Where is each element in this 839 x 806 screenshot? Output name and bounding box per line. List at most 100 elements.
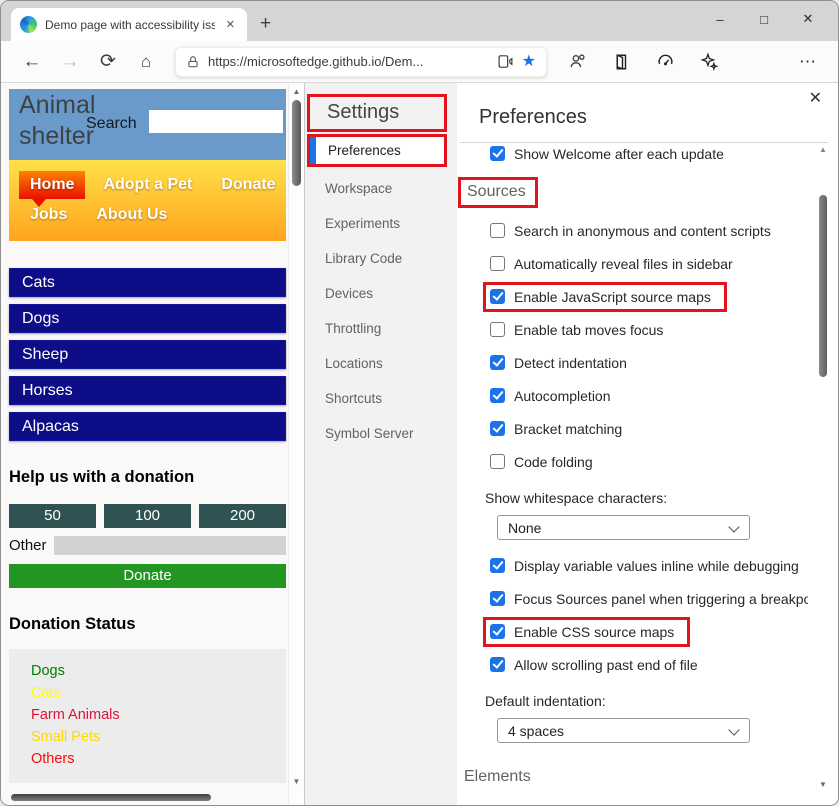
pref-allow-scrolling: Allow scrolling past end of file	[457, 648, 808, 681]
pref-autocompletion: Autocompletion	[457, 379, 808, 412]
checkbox[interactable]	[490, 256, 505, 271]
checkbox[interactable]	[490, 388, 505, 403]
edge-logo-icon	[20, 16, 37, 33]
status-item: Small Pets	[31, 726, 286, 748]
section-sources: Sources	[457, 170, 808, 214]
minimize-button[interactable]: –	[698, 5, 742, 33]
maximize-button[interactable]: □	[742, 5, 786, 33]
donate-button[interactable]: Donate	[9, 564, 286, 588]
checkbox[interactable]	[490, 454, 505, 469]
tab-bar: Demo page with accessibility issu ✕ + – …	[1, 1, 838, 41]
pref-label: Search in anonymous and content scripts	[514, 223, 771, 239]
performance-icon[interactable]	[643, 52, 687, 71]
pref-auto-reveal: Automatically reveal files in sidebar	[457, 247, 808, 280]
main-nav: Home Adopt a Pet Donate Jobs About Us	[9, 160, 286, 241]
donation-heading: Help us with a donation	[9, 468, 286, 487]
close-button[interactable]: ✕	[786, 5, 830, 33]
page-horizontal-scrollbar[interactable]	[11, 794, 211, 801]
pref-js-source-maps: Enable JavaScript source maps	[457, 280, 808, 313]
checkbox[interactable]	[490, 289, 505, 304]
more-menu-button[interactable]: ⋯	[790, 52, 826, 72]
pref-label: Show Welcome after each update	[514, 146, 724, 162]
scroll-down-icon[interactable]: ▼	[289, 777, 304, 786]
profile-icon[interactable]	[555, 52, 599, 71]
sidebar-item-locations[interactable]: Locations	[305, 346, 457, 381]
scroll-down-icon[interactable]: ▼	[816, 780, 830, 789]
pref-focus-sources-panel: Focus Sources panel when triggering a br…	[457, 582, 808, 615]
search-input[interactable]	[149, 110, 283, 133]
sidebar-item-library-code[interactable]: Library Code	[305, 241, 457, 276]
donation-amounts: 50 100 200	[9, 504, 286, 528]
checkbox[interactable]	[490, 223, 505, 238]
amount-button-50[interactable]: 50	[9, 504, 96, 528]
other-amount-input[interactable]	[54, 536, 286, 555]
animal-list: Cats Dogs Sheep Horses Alpacas	[9, 268, 286, 441]
forward-button: →	[51, 52, 89, 71]
sidebar-item-shortcuts[interactable]: Shortcuts	[305, 381, 457, 416]
nav-item-home[interactable]: Home	[19, 171, 85, 199]
sidebar-item-experiments[interactable]: Experiments	[305, 206, 457, 241]
amount-button-200[interactable]: 200	[199, 504, 286, 528]
url-text[interactable]: https://microsoftedge.github.io/Dem...	[208, 54, 489, 69]
section-label: Elements	[464, 768, 531, 786]
pref-display-variable-values: Display variable values inline while deb…	[457, 549, 808, 582]
annotation-box-sources: Sources	[458, 177, 538, 208]
scroll-up-icon[interactable]: ▲	[289, 87, 304, 96]
checkbox[interactable]	[490, 421, 505, 436]
checkbox[interactable]	[490, 355, 505, 370]
devtools-close-icon[interactable]: ✕	[809, 91, 822, 107]
pref-label: Allow scrolling past end of file	[514, 657, 698, 673]
address-bar[interactable]: https://microsoftedge.github.io/Dem... ★	[175, 47, 547, 77]
annotation-box-css-source-maps: Enable CSS source maps	[483, 617, 690, 647]
devtools-panel: Settings Preferences Workspace Experimen…	[304, 83, 838, 805]
browser-tab[interactable]: Demo page with accessibility issu ✕	[11, 8, 247, 41]
animal-button-dogs[interactable]: Dogs	[9, 304, 286, 333]
checkbox[interactable]	[490, 146, 505, 161]
animal-button-alpacas[interactable]: Alpacas	[9, 412, 286, 441]
pref-label: Enable tab moves focus	[514, 322, 663, 338]
pref-tab-moves-focus: Enable tab moves focus	[457, 313, 808, 346]
nav-item-donate[interactable]: Donate	[210, 171, 286, 199]
new-tab-button[interactable]: +	[260, 14, 271, 33]
copilot-sparkle-icon[interactable]	[687, 52, 731, 71]
checkbox[interactable]	[490, 657, 505, 672]
pref-label: Display variable values inline while deb…	[514, 558, 799, 574]
nav-item-adopt[interactable]: Adopt a Pet	[92, 171, 203, 199]
microsoft365-icon[interactable]	[599, 53, 643, 71]
scroll-up-icon[interactable]: ▲	[816, 145, 830, 154]
donation-status-heading: Donation Status	[9, 615, 286, 634]
scrollbar-thumb[interactable]	[292, 100, 301, 186]
animal-button-horses[interactable]: Horses	[9, 376, 286, 405]
pref-show-welcome: Show Welcome after each update	[457, 137, 808, 170]
sidebar-item-throttling[interactable]: Throttling	[305, 311, 457, 346]
refresh-button[interactable]: ⟳	[89, 52, 127, 71]
whitespace-select[interactable]: None	[497, 515, 750, 540]
sidebar-item-preferences[interactable]: Preferences	[307, 134, 447, 167]
nav-item-about[interactable]: About Us	[85, 201, 178, 229]
nav-item-jobs[interactable]: Jobs	[19, 201, 78, 229]
sidebar-item-workspace[interactable]: Workspace	[305, 171, 457, 206]
checkbox[interactable]	[490, 591, 505, 606]
amount-button-100[interactable]: 100	[104, 504, 191, 528]
pref-label: Detect indentation	[514, 355, 627, 371]
annotation-box-js-source-maps: Enable JavaScript source maps	[483, 282, 727, 312]
animal-button-cats[interactable]: Cats	[9, 268, 286, 297]
back-button[interactable]: ←	[13, 52, 51, 71]
tab-close-icon[interactable]: ✕	[223, 16, 238, 33]
sidebar-item-symbol-server[interactable]: Symbol Server	[305, 416, 457, 451]
favorites-star-icon[interactable]: ★	[522, 54, 536, 70]
sidebar-item-devices[interactable]: Devices	[305, 276, 457, 311]
checkbox[interactable]	[490, 624, 505, 639]
select-value: 4 spaces	[508, 723, 564, 739]
animal-button-sheep[interactable]: Sheep	[9, 340, 286, 369]
preferences-scrollbar[interactable]: ▲ ▼	[816, 137, 830, 805]
devtools-settings-sidebar: Settings Preferences Workspace Experimen…	[305, 83, 457, 805]
page-vertical-scrollbar[interactable]: ▲ ▼	[288, 83, 304, 805]
home-button[interactable]: ⌂	[127, 53, 165, 70]
checkbox[interactable]	[490, 558, 505, 573]
checkbox[interactable]	[490, 322, 505, 337]
indentation-select[interactable]: 4 spaces	[497, 718, 750, 743]
scrollbar-thumb[interactable]	[819, 195, 827, 377]
read-aloud-icon[interactable]	[497, 53, 514, 70]
status-item: Others	[31, 748, 286, 770]
